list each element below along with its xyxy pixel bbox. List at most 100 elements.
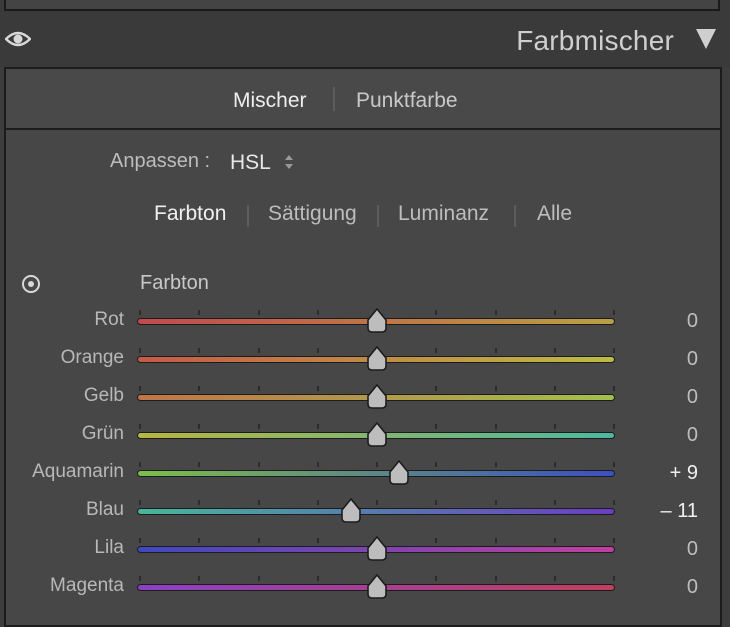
slider-label: Gelb xyxy=(83,385,124,406)
tab-alle[interactable]: Alle xyxy=(537,202,572,226)
slider-tick xyxy=(613,310,615,315)
top-strip xyxy=(0,0,730,13)
tab-divider xyxy=(333,87,335,111)
slider-tick xyxy=(613,462,615,467)
tab-divider xyxy=(514,205,516,227)
slider-tick xyxy=(198,500,201,505)
slider-tick xyxy=(553,348,556,353)
slider-value[interactable]: – 11 xyxy=(661,500,698,523)
panel-title: Farbmischer xyxy=(516,25,674,56)
tab-mischer[interactable]: Mischer xyxy=(233,89,307,113)
previous-panel-edge xyxy=(4,0,720,11)
slider-track[interactable] xyxy=(137,460,615,485)
slider-row-rot: Rot 0 xyxy=(6,303,724,339)
slider-tick xyxy=(139,576,141,581)
slider-label: Lila xyxy=(94,537,124,558)
slider-tick xyxy=(198,386,201,391)
slider-thumb-icon[interactable] xyxy=(366,384,388,410)
tab-divider xyxy=(377,205,379,227)
slider-track[interactable] xyxy=(137,498,615,523)
triangle-down-icon[interactable] xyxy=(696,29,716,49)
slider-tick xyxy=(198,576,201,581)
slider-value[interactable]: 0 xyxy=(687,386,698,409)
slider-tick xyxy=(139,462,141,467)
slider-tick xyxy=(316,500,319,505)
slider-thumb-icon[interactable] xyxy=(340,498,362,524)
slider-tick xyxy=(613,386,615,391)
slider-tick xyxy=(494,386,497,391)
tab-farbton[interactable]: Farbton xyxy=(154,202,226,226)
slider-tick xyxy=(257,462,260,467)
slider-tick xyxy=(376,462,378,467)
slider-tick xyxy=(198,538,201,543)
mode-tabs: Mischer Punktfarbe xyxy=(6,69,720,130)
slider-tick xyxy=(494,310,497,315)
slider-thumb-icon[interactable] xyxy=(366,422,388,448)
slider-tick xyxy=(494,576,497,581)
slider-tick xyxy=(139,500,141,505)
slider-tick xyxy=(435,310,438,315)
slider-tick xyxy=(435,386,438,391)
slider-track[interactable] xyxy=(137,384,615,409)
slider-tick xyxy=(613,348,615,353)
slider-tick xyxy=(139,310,141,315)
slider-value[interactable]: 0 xyxy=(687,310,698,333)
slider-tick xyxy=(316,538,319,543)
slider-tick xyxy=(139,538,141,543)
tab-punktfarbe[interactable]: Punktfarbe xyxy=(356,89,458,113)
slider-thumb-icon[interactable] xyxy=(366,346,388,372)
slider-track[interactable] xyxy=(137,422,615,447)
slider-value[interactable]: 0 xyxy=(687,538,698,561)
slider-tick xyxy=(613,538,615,543)
slider-tick xyxy=(316,348,319,353)
slider-tick xyxy=(257,500,260,505)
slider-tick xyxy=(257,538,260,543)
slider-track[interactable] xyxy=(137,536,615,561)
slider-tick xyxy=(435,348,438,353)
slider-value[interactable]: + 9 xyxy=(670,462,698,485)
slider-thumb-icon[interactable] xyxy=(388,460,410,486)
slider-tick xyxy=(257,424,260,429)
slider-tick xyxy=(613,500,615,505)
adjust-select[interactable]: HSL xyxy=(230,151,271,175)
slider-value[interactable]: 0 xyxy=(687,348,698,371)
slider-tick xyxy=(376,500,378,505)
slider-tick xyxy=(257,348,260,353)
slider-tick xyxy=(494,424,497,429)
tab-luminanz[interactable]: Luminanz xyxy=(398,202,489,226)
slider-tick xyxy=(257,310,260,315)
slider-row-blau: Blau – 11 xyxy=(6,493,724,529)
slider-tick xyxy=(198,462,201,467)
slider-row-grün: Grün 0 xyxy=(6,417,724,453)
slider-row-aquamarin: Aquamarin + 9 xyxy=(6,455,724,491)
target-adjust-icon[interactable] xyxy=(22,275,40,293)
slider-thumb-icon[interactable] xyxy=(366,574,388,600)
slider-tick xyxy=(316,462,319,467)
slider-row-orange: Orange 0 xyxy=(6,341,724,377)
slider-track[interactable] xyxy=(137,308,615,333)
tab-divider xyxy=(247,205,249,227)
slider-label: Grün xyxy=(81,423,124,444)
eye-icon[interactable] xyxy=(5,29,31,49)
slider-tick xyxy=(435,576,438,581)
slider-track[interactable] xyxy=(137,574,615,599)
slider-thumb-icon[interactable] xyxy=(366,536,388,562)
slider-label: Aquamarin xyxy=(32,461,124,482)
slider-label: Orange xyxy=(60,347,124,368)
slider-tick xyxy=(613,424,615,429)
slider-tick xyxy=(553,386,556,391)
slider-tick xyxy=(613,576,615,581)
slider-tick xyxy=(316,576,319,581)
slider-value[interactable]: 0 xyxy=(687,576,698,599)
slider-tick xyxy=(316,386,319,391)
up-down-arrows-icon[interactable] xyxy=(284,153,294,171)
panel-header[interactable]: Farbmischer xyxy=(0,13,730,67)
slider-value[interactable]: 0 xyxy=(687,424,698,447)
tab-saettigung[interactable]: Sättigung xyxy=(268,202,357,226)
slider-track[interactable] xyxy=(137,346,615,371)
slider-tick xyxy=(198,348,201,353)
slider-tick xyxy=(494,538,497,543)
slider-thumb-icon[interactable] xyxy=(366,308,388,334)
slider-tick xyxy=(435,500,438,505)
slider-tick xyxy=(316,424,319,429)
